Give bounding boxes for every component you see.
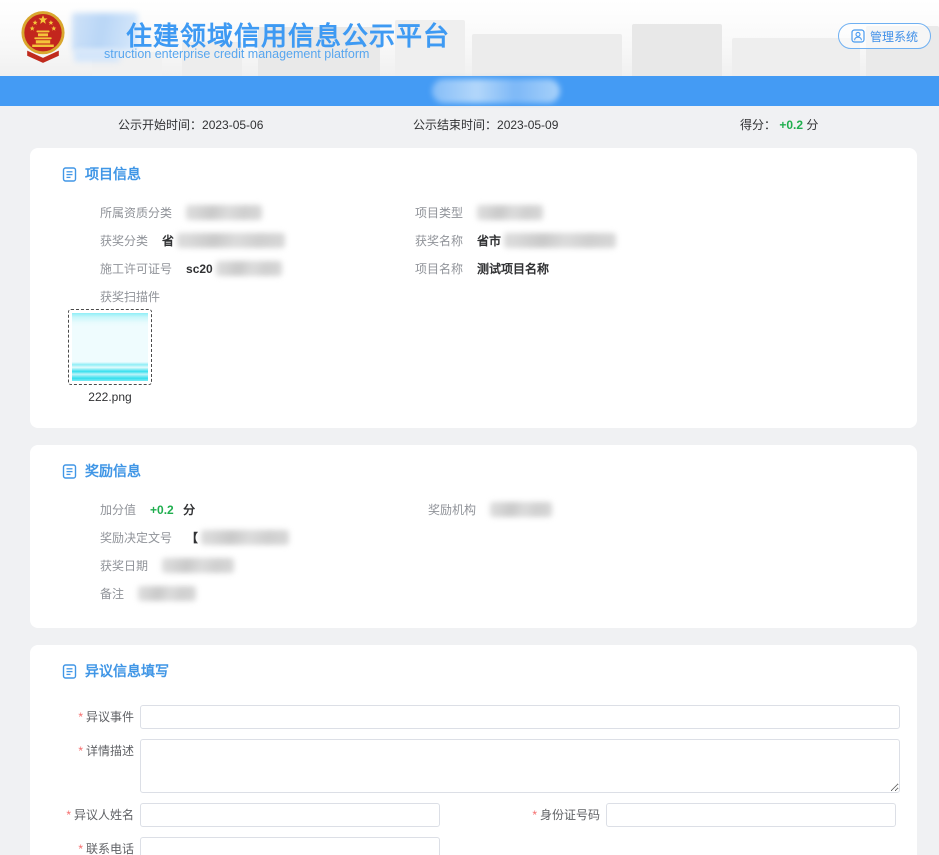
- field-award-name: 获奖名称 省市: [415, 232, 616, 249]
- objection-event-input[interactable]: [140, 705, 900, 729]
- national-emblem-icon: [20, 9, 66, 65]
- bonus-score-value: +0.2: [150, 503, 174, 517]
- award-scan-filename: 222.png: [68, 390, 152, 404]
- redacted-value: [186, 205, 262, 220]
- publicity-end-time: 公示结束时间：2023-05-09: [413, 116, 558, 133]
- field-permit-no: 施工许可证号 sc20: [100, 260, 415, 277]
- publicity-start-time: 公示开始时间：2023-05-06: [118, 116, 263, 133]
- field-reward-agency: 奖励机构: [428, 501, 552, 518]
- admin-system-button[interactable]: 管理系统: [838, 23, 931, 49]
- award-scan-image: [72, 313, 148, 381]
- building-shape: [472, 34, 622, 76]
- publicity-summary-bar: 公示开始时间：2023-05-06 公示结束时间：2023-05-09 得分： …: [0, 106, 939, 140]
- document-icon: [62, 167, 77, 182]
- card-title-text: 异议信息填写: [85, 661, 169, 681]
- redacted-value: [490, 502, 552, 517]
- redacted-value: [162, 558, 234, 573]
- objector-name-label: *异议人姓名: [30, 803, 134, 827]
- main-content: 项目信息 所属资质分类 项目类型 获奖分类 省 获奖名称: [0, 140, 939, 855]
- redacted-value: [504, 233, 616, 248]
- redacted-value: [177, 233, 285, 248]
- detail-description-label: *详情描述: [30, 739, 134, 763]
- field-project-type: 项目类型: [415, 204, 543, 221]
- field-award-date: 获奖日期: [100, 557, 234, 574]
- detail-description-textarea[interactable]: [140, 739, 900, 793]
- id-number-label: *身份证号码: [440, 803, 600, 827]
- platform-subtitle: struction enterprise credit management p…: [104, 47, 369, 61]
- score-value: +0.2: [779, 118, 803, 132]
- redacted-value: [201, 530, 289, 545]
- admin-button-label: 管理系统: [870, 28, 918, 45]
- redacted-value: [138, 586, 196, 601]
- objection-form-card: 异议信息填写 *异议事件 *详情描述 *异议人姓名 *身份证号码: [30, 645, 917, 855]
- building-shape: [632, 24, 722, 76]
- id-number-input[interactable]: [606, 803, 896, 827]
- reward-card-title: 奖励信息: [62, 461, 917, 481]
- header: 住建领域信用信息公示平台 struction enterprise credit…: [0, 0, 939, 76]
- card-title-text: 项目信息: [85, 164, 141, 184]
- field-quality-category: 所属资质分类: [100, 204, 415, 221]
- field-decision-no: 奖励决定文号 【: [100, 529, 289, 546]
- document-icon: [62, 664, 77, 679]
- field-award-category: 获奖分类 省: [100, 232, 415, 249]
- field-remark: 备注: [100, 585, 196, 602]
- project-info-card: 项目信息 所属资质分类 项目类型 获奖分类 省 获奖名称: [30, 148, 917, 428]
- contact-phone-label: *联系电话: [30, 837, 134, 855]
- reward-info-card: 奖励信息 加分值 +0.2 分 奖励机构 奖励决定文号 【: [30, 445, 917, 628]
- user-badge-icon: [851, 29, 865, 43]
- objection-card-title: 异议信息填写: [62, 661, 917, 681]
- contact-phone-input[interactable]: [140, 837, 440, 855]
- objector-name-input[interactable]: [140, 803, 440, 827]
- field-bonus-score: 加分值 +0.2 分: [100, 501, 428, 518]
- redacted-banner-title: [432, 79, 560, 103]
- award-scan-thumbnail[interactable]: [68, 309, 152, 385]
- field-award-scan-label: 获奖扫描件: [100, 288, 174, 305]
- objection-event-label: *异议事件: [30, 705, 134, 729]
- redacted-value: [477, 205, 543, 220]
- title-banner: [0, 76, 939, 106]
- project-card-title: 项目信息: [62, 164, 917, 184]
- field-project-name: 项目名称 测试项目名称: [415, 260, 549, 277]
- score-summary: 得分： +0.2 分: [740, 116, 818, 133]
- card-title-text: 奖励信息: [85, 461, 141, 481]
- document-icon: [62, 464, 77, 479]
- page: 住建领域信用信息公示平台 struction enterprise credit…: [0, 0, 939, 855]
- objection-form: *异议事件 *详情描述 *异议人姓名 *身份证号码 *联系电话: [30, 705, 917, 855]
- redacted-value: [216, 261, 282, 276]
